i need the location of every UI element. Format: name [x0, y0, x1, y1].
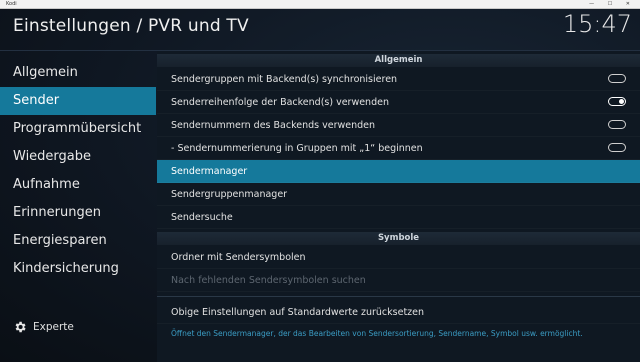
setting-group-manager[interactable]: Sendergruppenmanager [157, 183, 640, 206]
expert-label: Experte [33, 321, 74, 333]
setting-label: Senderreihenfolge der Backend(s) verwend… [171, 97, 389, 108]
settings-panel: Allgemein Sendergruppen mit Backend(s) s… [157, 51, 640, 362]
setting-start-numbering-at-one[interactable]: - Sendernummerierung in Gruppen mit „1“ … [157, 137, 640, 160]
divider [157, 296, 640, 297]
sidebar-item-allgemein[interactable]: Allgemein [0, 59, 156, 87]
section-header-symbole: Symbole [157, 232, 640, 245]
gear-icon [13, 320, 27, 334]
toggle-switch[interactable] [608, 97, 626, 106]
toggle-switch[interactable] [608, 143, 626, 152]
expert-level-button[interactable]: Experte [13, 317, 74, 337]
sidebar-item-kindersicherung[interactable]: Kindersicherung [0, 255, 156, 283]
setting-channel-icons-folder[interactable]: Ordner mit Sendersymbolen [157, 246, 640, 269]
sidebar-item-sender[interactable]: Sender [0, 87, 156, 115]
window-controls[interactable]: — ☐ ✕ [589, 0, 636, 8]
setting-label: Sendergruppen mit Backend(s) synchronisi… [171, 74, 398, 85]
setting-label: - Sendernummerierung in Gruppen mit „1“ … [171, 143, 423, 154]
setting-sync-channel-groups[interactable]: Sendergruppen mit Backend(s) synchronisi… [157, 68, 640, 91]
sidebar-item-wiedergabe[interactable]: Wiedergabe [0, 143, 156, 171]
page-title: Einstellungen / PVR und TV [13, 16, 249, 36]
setting-description: Öffnet den Sendermanager, der das Bearbe… [171, 329, 583, 338]
setting-label: Sendernummern des Backends verwenden [171, 120, 376, 131]
window-title: Kodi [6, 1, 17, 7]
section-header-allgemein: Allgemein [157, 54, 640, 67]
window-titlebar: Kodi — ☐ ✕ [0, 0, 640, 9]
setting-backend-channel-order[interactable]: Senderreihenfolge der Backend(s) verwend… [157, 91, 640, 114]
sidebar-item-aufnahme[interactable]: Aufnahme [0, 171, 156, 199]
sidebar: Allgemein Sender Programmübersicht Wiede… [0, 51, 156, 362]
setting-search-missing-icons: Nach fehlenden Sendersymbolen suchen [157, 269, 640, 292]
setting-backend-channel-numbers[interactable]: Sendernummern des Backends verwenden [157, 114, 640, 137]
sidebar-item-energiesparen[interactable]: Energiesparen [0, 227, 156, 255]
setting-channel-manager[interactable]: Sendermanager [157, 160, 640, 183]
setting-channel-scan[interactable]: Sendersuche [157, 206, 640, 229]
toggle-switch[interactable] [608, 120, 626, 129]
reset-to-defaults-button[interactable]: Obige Einstellungen auf Standardwerte zu… [157, 301, 640, 324]
sidebar-item-programmuebersicht[interactable]: Programmübersicht [0, 115, 156, 143]
sidebar-item-erinnerungen[interactable]: Erinnerungen [0, 199, 156, 227]
toggle-switch[interactable] [608, 74, 626, 83]
kodi-app: Einstellungen / PVR und TV 15:47 Allgeme… [0, 9, 640, 362]
clock: 15:47 [562, 10, 632, 38]
